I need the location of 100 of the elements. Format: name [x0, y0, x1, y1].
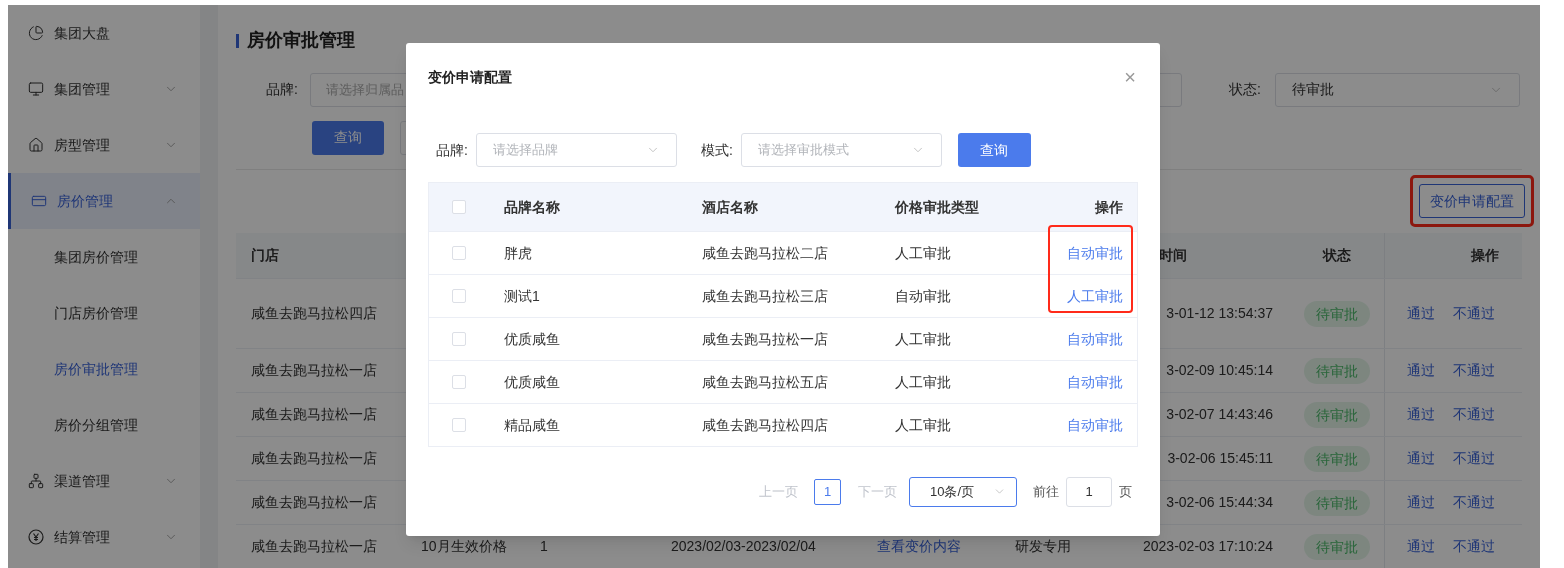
column-header: 操作 — [1094, 197, 1124, 217]
table-cell-text: 2023/02/03-2023/02/04 — [670, 537, 817, 556]
action-link[interactable]: 自动审批 — [1067, 328, 1123, 350]
table-cell-text: 2023-02-03 17:10:24 — [1142, 537, 1274, 556]
status-badge: 待审批 — [1303, 300, 1370, 327]
table-cell-text: 10月生效价格 — [420, 537, 508, 556]
table-cell-text: 研发专用 — [1014, 537, 1072, 556]
action-link[interactable]: 通过 — [1407, 360, 1435, 381]
table-cell-text: 人工审批 — [894, 372, 952, 392]
column-header: 门店 — [250, 246, 280, 265]
action-link[interactable]: 通过 — [1407, 303, 1435, 324]
filter-label: 品牌: — [266, 80, 299, 100]
column-header: 价格审批类型 — [893, 197, 980, 217]
action-link[interactable]: 自动审批 — [1067, 414, 1123, 436]
page-button[interactable]: 1 — [814, 478, 841, 505]
column-header: 品牌名称 — [503, 197, 561, 217]
table-cell-text: 咸鱼去跑马拉松一店 — [250, 493, 378, 512]
select-field[interactable]: 待审批 — [1275, 72, 1520, 107]
close-button[interactable]: × — [1124, 67, 1136, 87]
column-header: 操作 — [1384, 233, 1521, 278]
table-cell-text: 咸鱼去跑马拉松四店 — [250, 304, 378, 323]
checkbox[interactable] — [452, 375, 466, 389]
action-link[interactable]: 不通过 — [1453, 536, 1495, 557]
table-cell-text: 咸鱼去跑马拉松一店 — [701, 329, 829, 349]
table-cell-text: 精品咸鱼 — [503, 415, 561, 435]
pie-chart-icon — [28, 25, 44, 41]
table-cell-text: 咸鱼去跑马拉松四店 — [701, 415, 829, 435]
action-link[interactable]: 自动审批 — [1067, 242, 1123, 264]
checkbox[interactable] — [452, 289, 466, 303]
table-cell-text: 自动审批 — [894, 286, 952, 306]
table-cell-text: 人工审批 — [894, 329, 952, 349]
status-badge: 待审批 — [1303, 489, 1370, 516]
action-link[interactable]: 人工审批 — [1067, 285, 1123, 307]
column-header: 状态 — [1321, 246, 1352, 265]
action-link[interactable]: 不通过 — [1453, 448, 1495, 469]
sidebar-item[interactable]: 集团管理 — [8, 61, 200, 117]
status-badge: 待审批 — [1303, 357, 1370, 384]
checkbox[interactable] — [452, 332, 466, 346]
table-cell-text: 咸鱼去跑马拉松一店 — [250, 537, 378, 556]
table-cell-text: 3-02-09 10:45:14 — [1165, 361, 1274, 380]
action-link[interactable]: 通过 — [1407, 492, 1435, 513]
page-size-select[interactable]: 10条/页 — [909, 476, 1017, 507]
dialog-title: 变价申请配置 — [428, 67, 512, 87]
table-cell-text: 咸鱼去跑马拉松一店 — [250, 449, 378, 468]
goto-label: 前往 — [1033, 482, 1059, 501]
table-cell-text: 优质咸鱼 — [503, 329, 561, 349]
sidebar-item[interactable]: 房型管理 — [8, 117, 200, 173]
filter-label: 状态: — [1229, 80, 1262, 100]
table-cell-text: 1 — [539, 537, 549, 556]
card-icon — [31, 193, 47, 209]
table-cell-text: 咸鱼去跑马拉松五店 — [701, 372, 829, 392]
action-link[interactable]: 通过 — [1407, 404, 1435, 425]
table-cell-text: 胖虎 — [503, 243, 533, 263]
table-cell-text: 测试1 — [503, 286, 541, 306]
sidebar-item[interactable]: 渠道管理 — [8, 453, 200, 509]
sidebar-subitem[interactable]: 门店房价管理 — [8, 285, 200, 341]
checkbox[interactable] — [452, 200, 466, 214]
table-cell-text: 3-02-06 15:45:11 — [1166, 449, 1274, 468]
action-link[interactable]: 通过 — [1407, 448, 1435, 469]
sidebar-item[interactable]: 集团大盘 — [8, 5, 200, 61]
column-header: 酒店名称 — [701, 197, 759, 217]
query-button[interactable]: 查询 — [957, 133, 1031, 167]
table-cell-text: 优质咸鱼 — [503, 372, 561, 392]
status-badge: 待审批 — [1303, 533, 1370, 560]
status-badge: 待审批 — [1303, 401, 1370, 428]
column-header: 时间 — [1158, 246, 1188, 265]
network-icon — [28, 473, 44, 489]
sidebar-item[interactable]: 房价管理 — [8, 173, 200, 229]
table-cell-text: 人工审批 — [894, 415, 952, 435]
action-link[interactable]: 不通过 — [1453, 404, 1495, 425]
table-cell-text: 咸鱼去跑马拉松一店 — [250, 405, 378, 424]
action-link[interactable]: 自动审批 — [1067, 371, 1123, 393]
page-input[interactable]: 1 — [1066, 476, 1112, 507]
select-field[interactable]: 请选择审批模式 — [740, 133, 942, 167]
filter-label: 品牌: — [436, 140, 468, 160]
action-link[interactable]: 不通过 — [1453, 360, 1495, 381]
view-link[interactable]: 查看变价内容 — [877, 538, 961, 554]
home-icon — [28, 137, 44, 153]
sidebar-subitem[interactable]: 集团房价管理 — [8, 229, 200, 285]
checkbox[interactable] — [452, 418, 466, 432]
action-link[interactable]: 不通过 — [1453, 303, 1495, 324]
table-cell-text: 人工审批 — [894, 243, 952, 263]
action-link[interactable]: 不通过 — [1453, 492, 1495, 513]
action-link[interactable]: 通过 — [1407, 536, 1435, 557]
table-cell-text: 3-01-12 13:54:37 — [1165, 304, 1274, 323]
monitor-icon — [28, 81, 44, 97]
select-field[interactable]: 请选择品牌 — [475, 133, 677, 167]
page-title: 房价审批管理 — [247, 29, 355, 53]
table-cell-text: 咸鱼去跑马拉松二店 — [701, 243, 829, 263]
page-suffix: 页 — [1119, 482, 1132, 501]
sidebar-subitem[interactable]: 房价分组管理 — [8, 397, 200, 453]
query-button[interactable]: 查询 — [312, 120, 384, 155]
filter-label: 模式: — [700, 140, 733, 160]
table-cell-text: 3-02-07 14:43:46 — [1165, 405, 1274, 424]
sidebar-subitem[interactable]: 房价审批管理 — [8, 341, 200, 397]
config-button[interactable]: 变价申请配置 — [1419, 184, 1525, 219]
yen-circle-icon — [28, 529, 44, 545]
sidebar-item[interactable]: 结算管理 — [8, 509, 200, 565]
status-badge: 待审批 — [1303, 445, 1370, 472]
checkbox[interactable] — [452, 246, 466, 260]
